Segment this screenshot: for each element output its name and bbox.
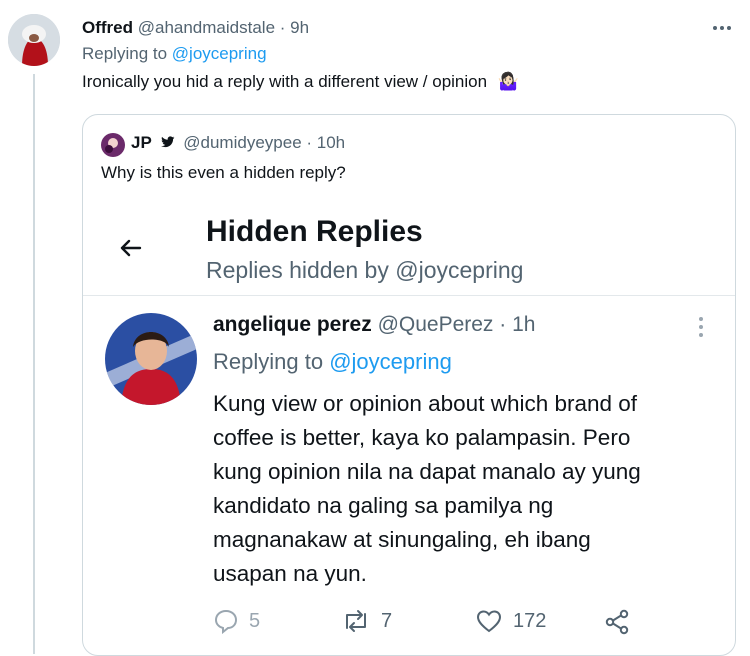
retweet-action[interactable]: 7 [341, 608, 392, 634]
avatar[interactable] [8, 14, 60, 66]
quoted-tweet-card[interactable]: JP @dumidyeypee · 10h Why is this even a… [82, 114, 736, 656]
heart-icon [475, 608, 503, 634]
replying-to: Replying to @joycepring [82, 44, 267, 64]
reply-text-line: usapan na yun. [213, 561, 367, 586]
shrug-emoji-icon: 🤷🏻‍♀️ [497, 72, 519, 91]
handle-time[interactable]: @ahandmaidstale · 9h [138, 18, 309, 37]
share-icon[interactable] [603, 608, 631, 636]
reply-action[interactable]: 5 [213, 608, 261, 635]
reply-replying-handle-link[interactable]: @joycepring [329, 349, 452, 374]
divider [83, 295, 735, 296]
reply-text-line: Kung view or opinion about which brand o… [213, 391, 638, 416]
quoted-header: JP @dumidyeypee · 10h [131, 133, 345, 153]
quoted-display-name[interactable]: JP [131, 133, 152, 152]
reply-text-line: kandidato na galing sa pamilya ng [213, 493, 554, 518]
reply-handle-time[interactable]: @QuePerez · 1h [378, 313, 536, 336]
reply-avatar[interactable] [105, 313, 197, 405]
more-icon[interactable] [708, 14, 736, 42]
replying-label: Replying to [82, 44, 172, 63]
reply-text-line: coffee is better, kaya ko palampasin. Pe… [213, 425, 631, 450]
more-vertical-icon[interactable] [695, 313, 707, 341]
retweet-count: 7 [381, 609, 393, 632]
comment-icon [213, 608, 239, 635]
tweet-text: Ironically you hid a reply with a differ… [82, 72, 519, 92]
hidden-replies-subtitle: Replies hidden by @joycepring [206, 257, 524, 283]
reply-replying-to: Replying to @joycepring [213, 349, 452, 375]
reply-header: angelique perez @QuePerez · 1h [213, 313, 535, 337]
like-action[interactable]: 172 [475, 608, 546, 634]
hidden-replies-title: Hidden Replies [206, 215, 423, 248]
quoted-handle-time[interactable]: @dumidyeypee · 10h [183, 133, 345, 152]
quoted-avatar[interactable] [101, 133, 125, 157]
display-name[interactable]: Offred [82, 18, 133, 37]
back-arrow-icon[interactable] [116, 233, 146, 263]
tweet-body: Ironically you hid a reply with a differ… [82, 72, 488, 91]
reply-text: Kung view or opinion about which brand o… [213, 387, 713, 591]
tweet-header: Offred @ahandmaidstale · 9h [82, 18, 309, 38]
twitter-bird-icon [160, 133, 175, 148]
like-count: 172 [513, 609, 547, 632]
reply-replying-label: Replying to [213, 349, 330, 374]
reply-count: 5 [249, 609, 261, 632]
retweet-icon [341, 608, 371, 634]
reply-text-line: kung opinion nila na dapat manalo ay yun… [213, 459, 641, 484]
replying-handle-link[interactable]: @joycepring [172, 44, 267, 63]
quoted-text: Why is this even a hidden reply? [101, 163, 346, 182]
thread-line [33, 74, 35, 654]
reply-text-line: magnanakaw at sinungaling, eh ibang [213, 527, 591, 552]
reply-display-name[interactable]: angelique perez [213, 313, 372, 336]
